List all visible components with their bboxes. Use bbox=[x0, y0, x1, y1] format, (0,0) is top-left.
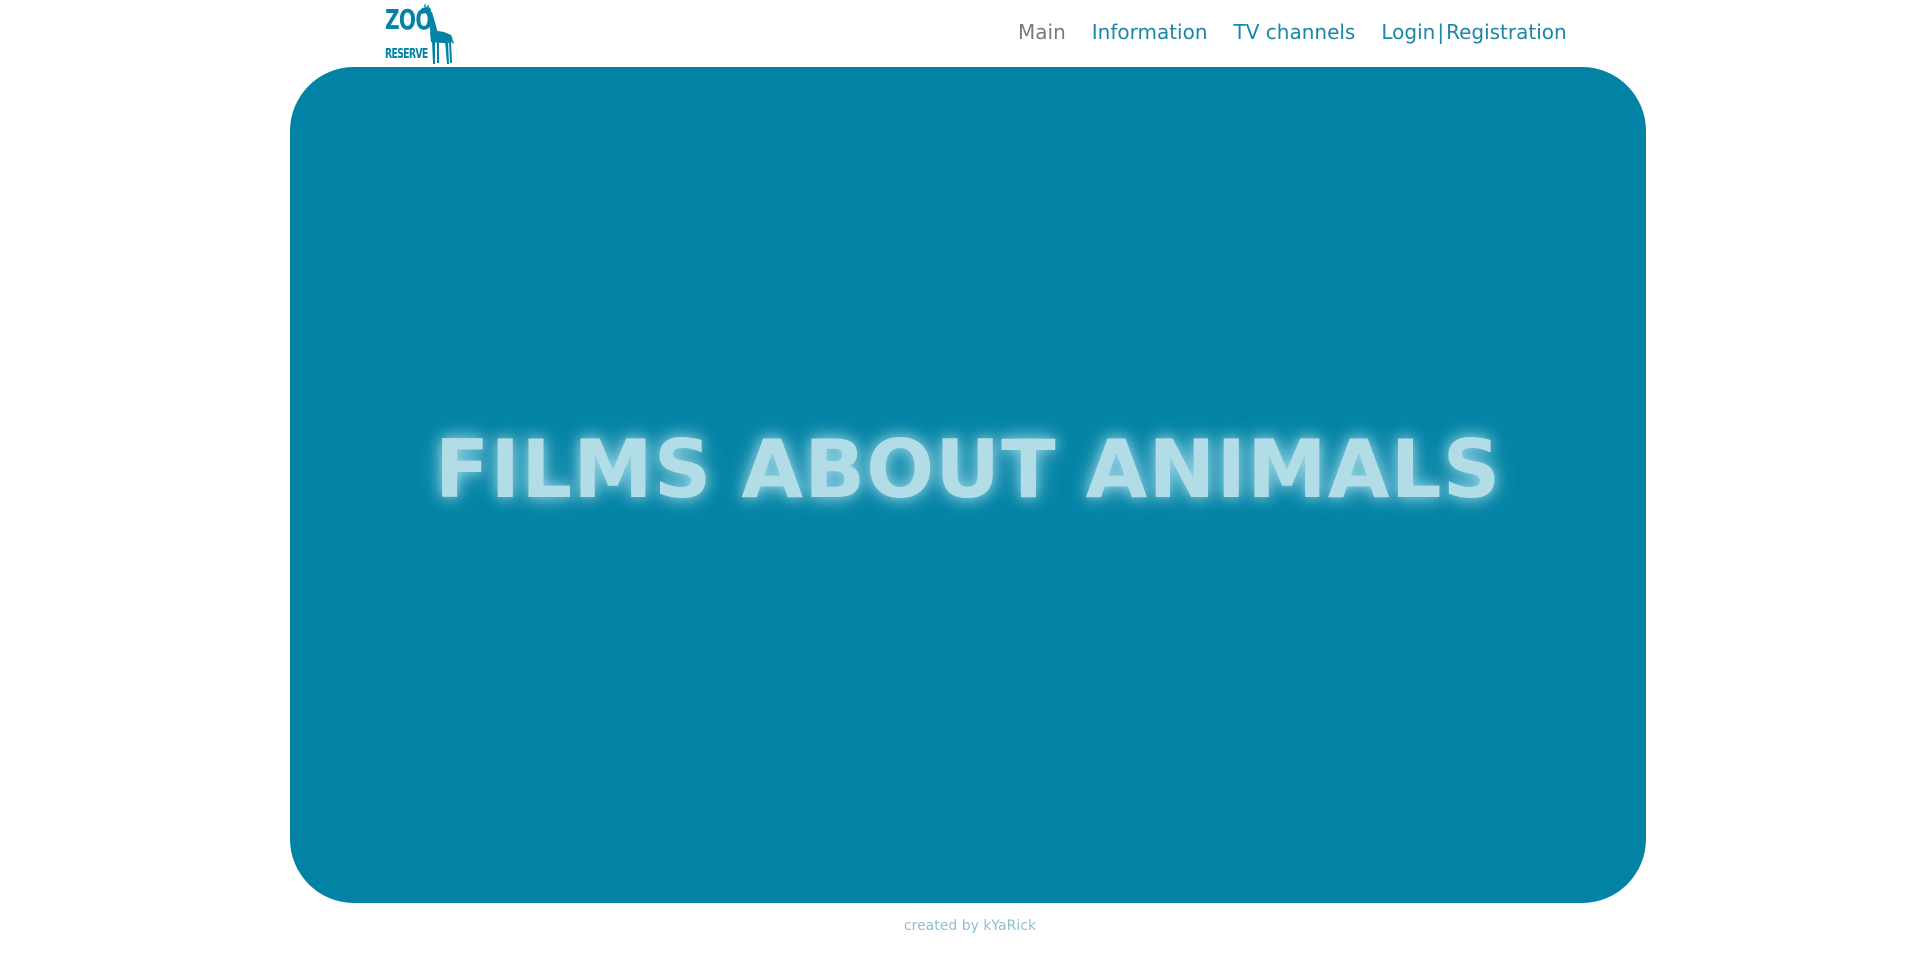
main-nav: Main Information TV channels Login | Reg… bbox=[1018, 19, 1567, 45]
nav-separator: | bbox=[1437, 20, 1445, 44]
footer-credit: created by kYaRick bbox=[903, 918, 1037, 934]
site-header: ZOO RESERVE Main Information TV channels… bbox=[0, 0, 1920, 67]
giraffe-icon bbox=[420, 3, 454, 64]
nav-link-information[interactable]: Information bbox=[1092, 19, 1208, 45]
hero-banner: FILMS ABOUT ANIMALS bbox=[290, 67, 1646, 903]
nav-link-main[interactable]: Main bbox=[1018, 19, 1066, 45]
hero-title: FILMS ABOUT ANIMALS bbox=[434, 422, 1502, 516]
nav-link-registration[interactable]: Registration bbox=[1446, 19, 1567, 45]
nav-link-login[interactable]: Login bbox=[1381, 19, 1435, 45]
zoo-reserve-logo[interactable]: ZOO RESERVE bbox=[385, 3, 454, 65]
nav-link-tv-channels[interactable]: TV channels bbox=[1234, 19, 1356, 45]
